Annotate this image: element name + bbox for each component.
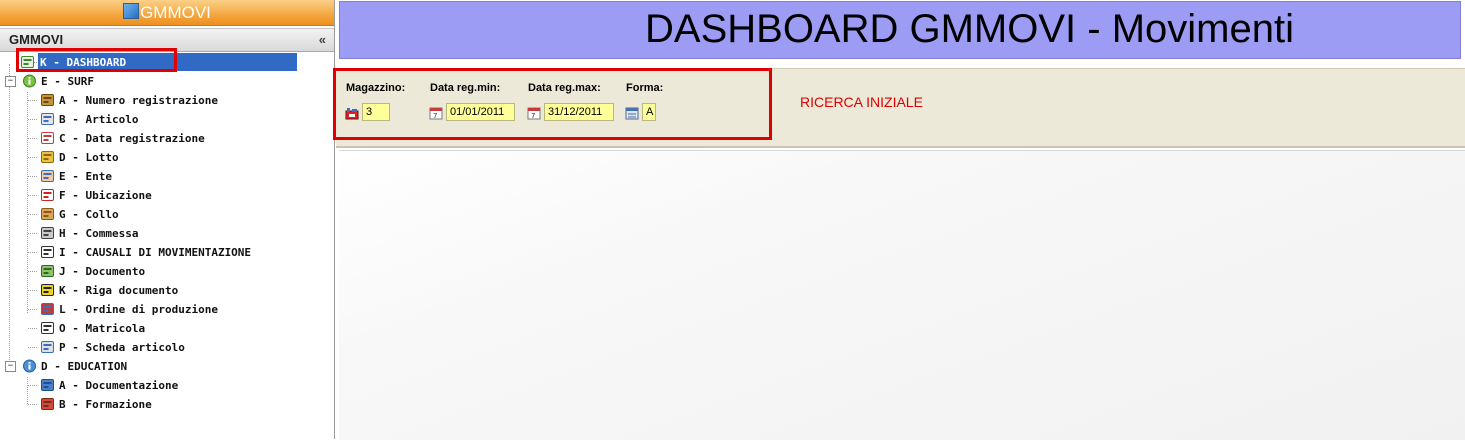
tree-connector-line bbox=[28, 385, 37, 386]
package-icon bbox=[40, 207, 55, 221]
tree-item-label: E - SURF bbox=[41, 75, 94, 88]
tree-item[interactable]: C - Data registrazione bbox=[40, 129, 205, 148]
tree-item-label: P - Scheda articolo bbox=[59, 341, 185, 354]
tree-item[interactable]: E - SURF bbox=[22, 72, 94, 91]
tree-item-label: D - Lotto bbox=[59, 151, 119, 164]
tree-connector-line bbox=[28, 347, 37, 348]
tree-item[interactable]: B - Articolo bbox=[40, 110, 138, 129]
card-icon bbox=[40, 340, 55, 354]
tree-item-label: H - Commessa bbox=[59, 227, 139, 240]
tree-connector-line bbox=[28, 214, 37, 215]
tree-item-label: E - Ente bbox=[59, 170, 112, 183]
tree-item[interactable]: A - Documentazione bbox=[40, 376, 178, 395]
tree-item-label: I - CAUSALI DI MOVIMENTAZIONE bbox=[59, 246, 252, 259]
green-arrow-icon bbox=[22, 74, 37, 88]
tree-connector-line bbox=[28, 328, 37, 329]
tree-item-label: B - Formazione bbox=[59, 398, 152, 411]
serial-icon bbox=[40, 321, 55, 335]
page-title: DASHBOARD GMMOVI - Movimenti bbox=[645, 7, 1294, 51]
tree-item[interactable]: D - Lotto bbox=[40, 148, 119, 167]
tree-item[interactable]: P - Scheda articolo bbox=[40, 338, 185, 357]
tree-connector-line bbox=[28, 290, 37, 291]
tree-connector-line bbox=[28, 309, 37, 310]
tree-connector-line bbox=[28, 157, 37, 158]
tree-item[interactable]: E - Ente bbox=[40, 167, 112, 186]
tree-item[interactable]: L - Ordine di produzione bbox=[40, 300, 218, 319]
tree-item[interactable]: O - Matricola bbox=[40, 319, 145, 338]
tree-item[interactable]: A - Numero registrazione bbox=[40, 91, 218, 110]
tree-connector-line bbox=[28, 195, 37, 196]
tree-item[interactable]: B - Formazione bbox=[40, 395, 152, 414]
lot-icon bbox=[40, 150, 55, 164]
tree-item[interactable]: F - Ubicazione bbox=[40, 186, 152, 205]
dashboard-highlight-box bbox=[16, 48, 177, 72]
tree-item-label: L - Ordine di produzione bbox=[59, 303, 218, 316]
tree-item-label: F - Ubicazione bbox=[59, 189, 152, 202]
tree-connector-line bbox=[28, 404, 37, 405]
striped-icon bbox=[40, 283, 55, 297]
tree-item-label: D - EDUCATION bbox=[41, 360, 128, 373]
list-icon bbox=[40, 245, 55, 259]
ricerca-iniziale-note: RICERCA INIZIALE bbox=[800, 94, 923, 110]
tree-connector-line bbox=[28, 176, 37, 177]
tree-item-label: B - Articolo bbox=[59, 113, 139, 126]
app-title-bar: GMMOVI bbox=[0, 0, 334, 26]
tree-connector-line bbox=[27, 92, 28, 313]
book-icon bbox=[40, 378, 55, 392]
app-title: GMMOVI bbox=[140, 3, 211, 22]
tree-connector-line bbox=[28, 138, 37, 139]
tree-item[interactable]: H - Commessa bbox=[40, 224, 138, 243]
order-icon bbox=[40, 226, 55, 240]
tree-item[interactable]: D - EDUCATION bbox=[22, 357, 127, 376]
content-area bbox=[339, 150, 1465, 440]
tree-connector-line bbox=[28, 252, 37, 253]
tree-item-label: J - Documento bbox=[59, 265, 146, 278]
collapse-panel-button[interactable]: « bbox=[319, 29, 326, 51]
person-icon bbox=[40, 169, 55, 183]
tree-connector-line bbox=[9, 64, 10, 366]
document-icon bbox=[40, 264, 55, 278]
info-icon bbox=[22, 359, 37, 373]
tree-connector-line bbox=[28, 119, 37, 120]
tree-connector-line bbox=[28, 271, 37, 272]
grid-icon bbox=[40, 302, 55, 316]
cart-icon bbox=[40, 93, 55, 107]
tree-connector-line bbox=[28, 233, 37, 234]
tree-item-label: C - Data registrazione bbox=[59, 132, 205, 145]
tree-item[interactable]: G - Collo bbox=[40, 205, 119, 224]
tree-expander[interactable]: − bbox=[5, 361, 16, 372]
tree-item-label: O - Matricola bbox=[59, 322, 146, 335]
search-highlight-box bbox=[333, 68, 772, 140]
training-icon bbox=[40, 397, 55, 411]
article-icon bbox=[40, 112, 55, 126]
tree-item-label: A - Documentazione bbox=[59, 379, 179, 392]
tree-expander[interactable]: − bbox=[5, 76, 16, 87]
tree-item-label: K - Riga documento bbox=[59, 284, 179, 297]
tree-item[interactable]: J - Documento bbox=[40, 262, 145, 281]
tree-item[interactable]: K - Riga documento bbox=[40, 281, 178, 300]
tree-item-label: G - Collo bbox=[59, 208, 119, 221]
location-icon bbox=[40, 188, 55, 202]
tree-connector-line bbox=[28, 100, 37, 101]
app-logo-icon bbox=[123, 3, 140, 19]
calendar-icon bbox=[40, 131, 55, 145]
tree-item-label: A - Numero registrazione bbox=[59, 94, 218, 107]
page-title-bar: DASHBOARD GMMOVI - Movimenti bbox=[339, 1, 1461, 59]
panel-header-label: GMMOVI bbox=[9, 32, 64, 47]
tree-item[interactable]: I - CAUSALI DI MOVIMENTAZIONE bbox=[40, 243, 251, 262]
tree-connector-line bbox=[27, 377, 28, 404]
